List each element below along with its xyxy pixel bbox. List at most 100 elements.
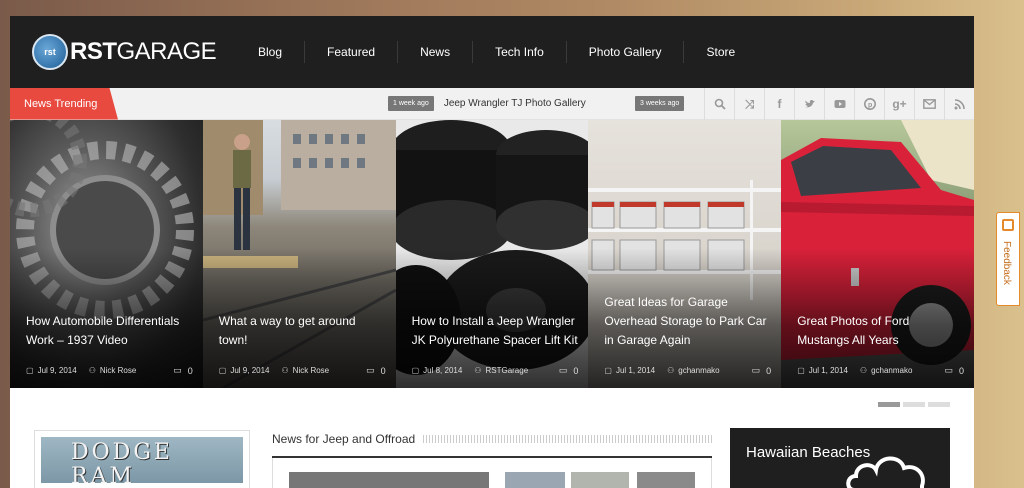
dodge-ram-ad[interactable]: DODGE RAM: [34, 430, 250, 488]
thumb-image[interactable]: [637, 472, 695, 488]
trending-label: News Trending: [10, 87, 118, 120]
slide-card[interactable]: How to Install a Jeep Wrangler JK Polyur…: [395, 120, 589, 388]
slide-title[interactable]: How to Install a Jeep Wrangler JK Polyur…: [412, 312, 579, 350]
slide-author[interactable]: Nick Rose: [293, 366, 329, 375]
user-icon: ⚇: [281, 366, 289, 375]
slide-date: Jul 8, 2014: [423, 366, 463, 375]
slide-title[interactable]: How Automobile Differentials Work – 1937…: [26, 312, 193, 350]
slide-meta: ▢ Jul 9, 2014 ⚇ Nick Rose ▭ 0: [26, 365, 193, 376]
feedback-icon: [1002, 219, 1014, 231]
calendar-icon: ▢: [411, 366, 420, 375]
slide-card[interactable]: Great Photos of Ford Mustangs All Years …: [781, 120, 974, 388]
comment-icon: ▭: [751, 365, 761, 375]
trending-title[interactable]: Jeep Wrangler TJ Photo Gallery: [444, 98, 586, 109]
logo-text-bold: RST: [70, 38, 117, 65]
slide-card[interactable]: Great Ideas for Garage Overhead Storage …: [588, 120, 782, 388]
search-icon[interactable]: [704, 88, 734, 120]
slide-author[interactable]: gchanmako: [678, 366, 719, 375]
slide-meta: ▢ Jul 8, 2014 ⚇ RSTGarage ▭ 0: [412, 365, 579, 376]
email-icon[interactable]: [914, 88, 944, 120]
comments[interactable]: ▭ 0: [173, 365, 193, 376]
section-divider: [423, 435, 712, 443]
thumb-image[interactable]: [571, 472, 629, 488]
thumb-image[interactable]: [289, 472, 489, 488]
slide-card[interactable]: How Automobile Differentials Work – 1937…: [10, 120, 203, 388]
logo-text: RSTGARAGE: [70, 38, 217, 66]
slide-date: Jul 1, 2014: [808, 366, 848, 375]
pager-dot[interactable]: [928, 402, 950, 407]
feedback-tab[interactable]: Feedback: [996, 212, 1020, 306]
ad-image: DODGE RAM: [41, 437, 243, 483]
comments[interactable]: ▭ 0: [366, 365, 386, 376]
comment-icon: ▭: [944, 365, 953, 375]
rss-icon[interactable]: [944, 88, 974, 120]
trending-item[interactable]: 1 week ago Jeep Wrangler TJ Photo Galler…: [388, 96, 586, 111]
comments[interactable]: ▭ 0: [944, 365, 964, 376]
twitter-icon[interactable]: [794, 88, 824, 120]
nav-tech-info[interactable]: Tech Info: [472, 41, 566, 63]
comment-count: 0: [766, 365, 772, 376]
calendar-icon: ▢: [797, 366, 805, 375]
comment-icon: ▭: [558, 365, 568, 375]
thumb-image[interactable]: [505, 472, 565, 488]
calendar-icon: ▢: [26, 366, 34, 375]
slide-meta: ▢ Jul 1, 2014 ⚇ gchanmako ▭ 0: [604, 365, 771, 376]
slide-card[interactable]: What a way to get around town! ▢ Jul 9, 2…: [202, 120, 396, 388]
slide-meta: ▢ Jul 9, 2014 ⚇ Nick Rose ▭ 0: [219, 365, 386, 376]
comment-count: 0: [958, 365, 964, 376]
slide-title[interactable]: Great Photos of Ford Mustangs All Years: [797, 312, 964, 350]
comment-count: 0: [187, 365, 193, 376]
user-icon: ⚇: [474, 366, 482, 375]
slide-date: Jul 9, 2014: [37, 366, 77, 375]
user-icon: ⚇: [859, 366, 868, 375]
pager-dot[interactable]: [903, 402, 925, 407]
hawaiian-beaches-ad[interactable]: Hawaiian Beaches: [730, 428, 950, 488]
slide-title[interactable]: What a way to get around town!: [219, 312, 386, 350]
facebook-icon[interactable]: f: [764, 88, 794, 120]
logo-text-light: GARAGE: [116, 38, 217, 65]
slide-author[interactable]: gchanmako: [871, 366, 912, 375]
svg-text:p: p: [868, 102, 872, 109]
page: rst RSTGARAGE Blog Featured News Tech In…: [10, 16, 974, 488]
time-badge: 3 weeks ago: [635, 96, 685, 111]
time-badge: 1 week ago: [388, 96, 434, 111]
calendar-icon: ▢: [218, 366, 227, 375]
nav-photo-gallery[interactable]: Photo Gallery: [565, 41, 684, 63]
google-plus-icon[interactable]: g+: [884, 88, 914, 120]
section-title[interactable]: News for Jeep and Offroad: [272, 432, 415, 446]
feedback-label: Feedback: [1001, 241, 1012, 285]
shuffle-icon[interactable]: ⤨: [734, 88, 764, 120]
comments[interactable]: ▭ 0: [559, 365, 579, 376]
trending-bar: News Trending 1 week ago Jeep Wrangler T…: [10, 87, 974, 120]
slide-author[interactable]: RSTGarage: [485, 366, 528, 375]
pinterest-icon[interactable]: p: [854, 88, 884, 120]
comment-icon: ▭: [366, 365, 375, 375]
slide-author[interactable]: Nick Rose: [100, 366, 136, 375]
ad-text: DODGE RAM: [71, 440, 173, 484]
trending-item[interactable]: 3 weeks ago: [635, 96, 694, 111]
user-icon: ⚇: [88, 366, 96, 375]
featured-slider: How Automobile Differentials Work – 1937…: [10, 120, 974, 388]
nav-featured[interactable]: Featured: [304, 41, 397, 63]
calendar-icon: ▢: [604, 366, 612, 375]
slide-title[interactable]: Great Ideas for Garage Overhead Storage …: [604, 293, 771, 350]
logo-badge: rst: [32, 34, 68, 70]
main-nav: Blog Featured News Tech Info Photo Galle…: [236, 16, 757, 88]
user-icon: ⚇: [667, 366, 675, 375]
nav-news[interactable]: News: [397, 41, 472, 63]
slider-pager: [878, 402, 950, 407]
slide-meta: ▢ Jul 1, 2014 ⚇ gchanmako ▭ 0: [797, 365, 964, 376]
slide-date: Jul 9, 2014: [230, 366, 270, 375]
comment-icon: ▭: [173, 365, 182, 375]
nav-store[interactable]: Store: [683, 41, 757, 63]
pager-dot[interactable]: [878, 402, 900, 407]
section-thumbs: [272, 458, 712, 488]
site-logo[interactable]: rst RSTGARAGE: [32, 32, 222, 72]
comments[interactable]: ▭ 0: [752, 365, 772, 376]
slide-date: Jul 1, 2014: [615, 366, 656, 375]
comment-count: 0: [380, 365, 386, 376]
nav-blog[interactable]: Blog: [236, 41, 304, 63]
social-bar: ⤨ f p g+: [704, 88, 974, 120]
site-header: rst RSTGARAGE Blog Featured News Tech In…: [10, 16, 974, 88]
youtube-icon[interactable]: [824, 88, 854, 120]
